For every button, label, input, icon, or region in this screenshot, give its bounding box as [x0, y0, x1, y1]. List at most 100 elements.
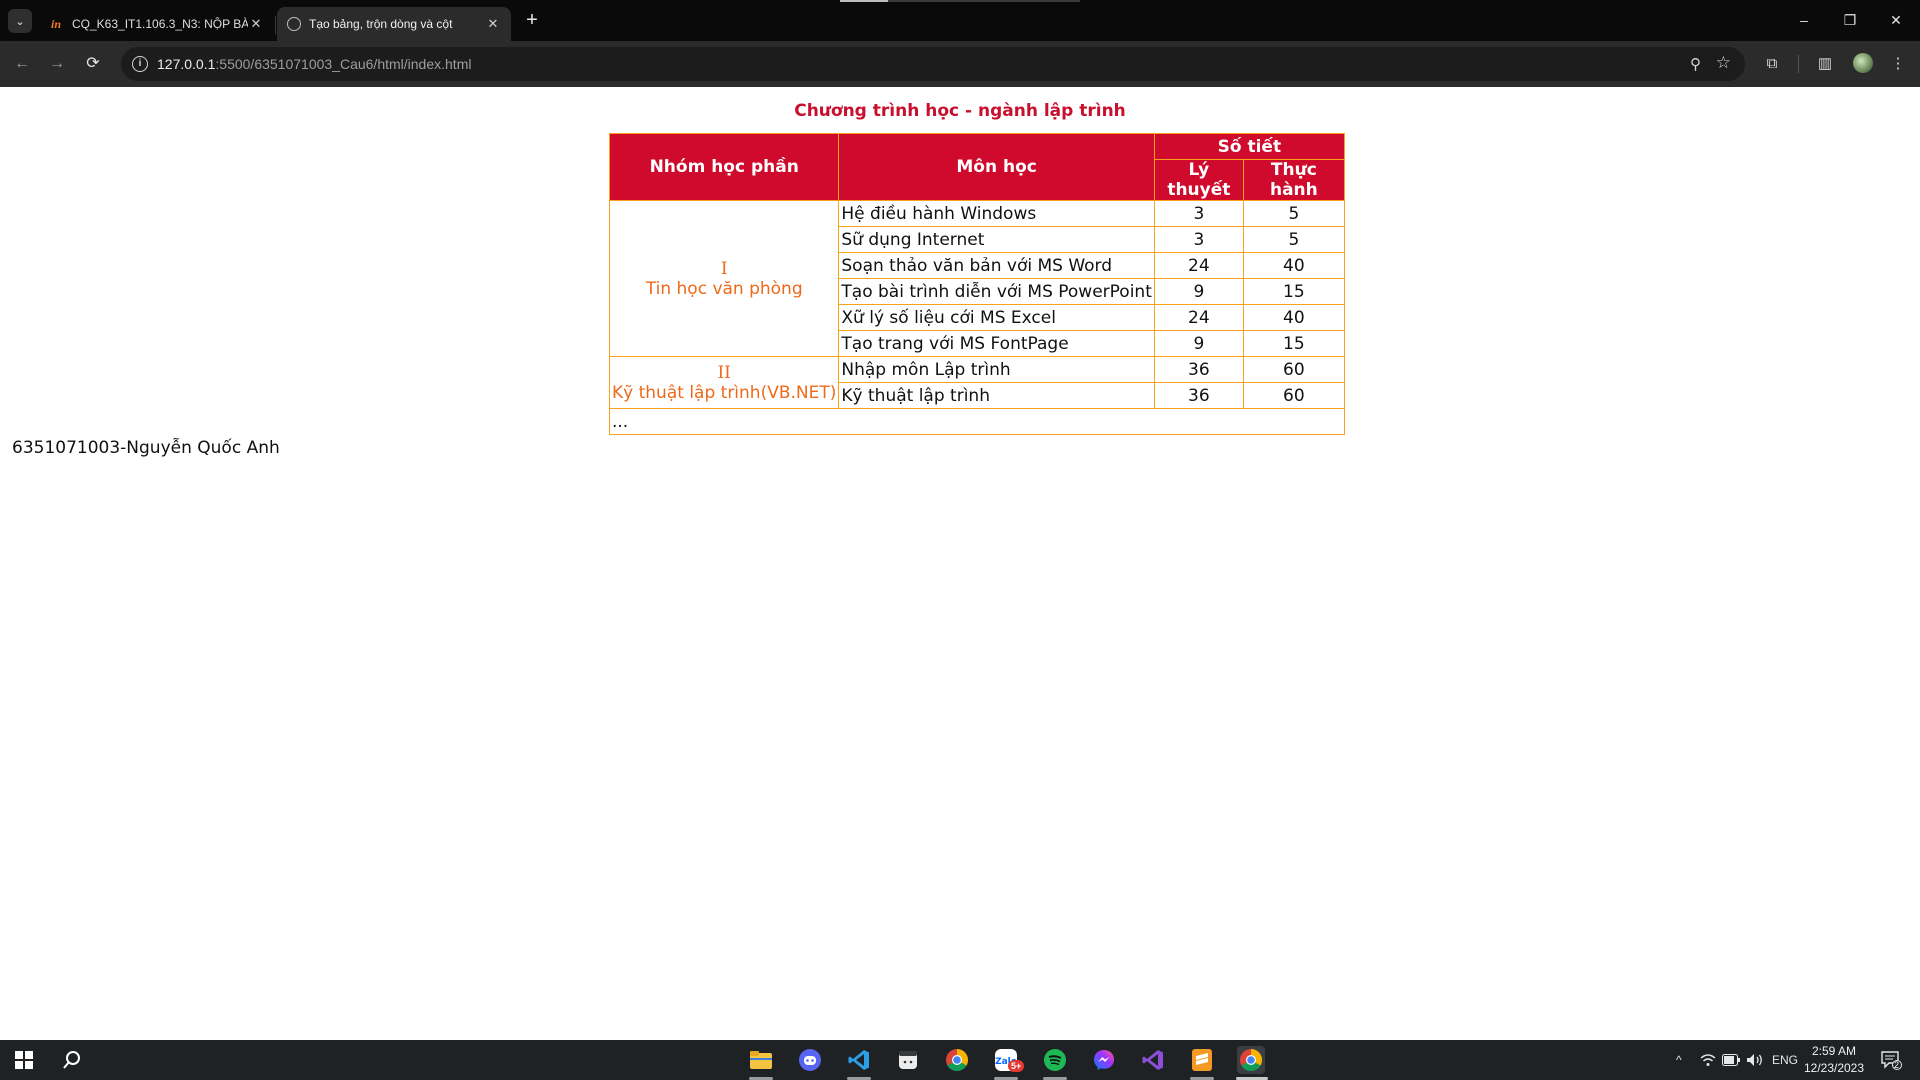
subject-cell: Hệ điều hành Windows: [838, 200, 1155, 227]
spotify-icon[interactable]: [1041, 1046, 1069, 1074]
practice-cell: 15: [1242, 330, 1345, 357]
header-practice: Thực hành: [1242, 159, 1345, 201]
page-content: Chương trình học - ngành lập trình Nhóm …: [0, 87, 1920, 1040]
subject-cell: Nhập môn Lập trình: [838, 356, 1155, 383]
clock-time: 2:59 AM: [1811, 1044, 1857, 1058]
zoom-icon[interactable]: ⚲: [1690, 55, 1701, 73]
zalo-icon[interactable]: Zalo 5+: [992, 1046, 1025, 1074]
taskbar: Zalo 5+ ^ ENG 2:59 AM 12/23/2023 2: [0, 1040, 1920, 1080]
tab-search-button[interactable]: ⌄: [8, 9, 32, 33]
ellipsis-cell: ...: [609, 408, 1345, 435]
practice-cell: 40: [1242, 252, 1345, 279]
close-window-button[interactable]: ✕: [1873, 8, 1919, 32]
tab-divider: [275, 16, 276, 34]
language-indicator[interactable]: ENG: [1772, 1040, 1798, 1080]
header-group: Nhóm học phần: [608, 133, 840, 201]
practice-cell: 60: [1242, 382, 1345, 409]
globe-icon: [287, 17, 301, 31]
practice-cell: 60: [1242, 356, 1345, 383]
notification-badge: 5+: [1008, 1060, 1025, 1072]
page-title: Chương trình học - ngành lập trình: [794, 101, 1126, 121]
toolbar-divider: [1798, 55, 1799, 73]
sublime-icon[interactable]: [1188, 1046, 1216, 1074]
theory-cell: 24: [1153, 252, 1244, 279]
back-arrow-icon[interactable]: ←: [10, 52, 34, 76]
subject-cell: Soạn thảo văn bản với MS Word: [838, 252, 1155, 279]
vscode-icon[interactable]: [845, 1046, 873, 1074]
windows-start-icon[interactable]: [10, 1046, 38, 1074]
search-icon[interactable]: [58, 1046, 86, 1074]
subject-cell: Tạo bài trình diễn với MS PowerPoint: [838, 278, 1155, 305]
curriculum-table: Nhóm học phần Môn học Số tiết Lý thuyết …: [608, 133, 1345, 435]
url-host: 127.0.0.1: [157, 56, 216, 72]
restore-button[interactable]: ❐: [1827, 8, 1873, 32]
site-info-icon[interactable]: i: [132, 56, 148, 72]
chrome-active-icon[interactable]: [1237, 1046, 1265, 1074]
discord-icon[interactable]: [796, 1046, 824, 1074]
url-text[interactable]: 127.0.0.1:5500/6351071003_Cau6/html/inde…: [157, 56, 471, 72]
theory-cell: 9: [1153, 330, 1244, 357]
practice-cell: 5: [1242, 226, 1345, 253]
subject-cell: Kỹ thuật lập trình: [838, 382, 1155, 409]
url-path: :5500/6351071003_Cau6/html/index.html: [215, 56, 472, 72]
notifications-icon[interactable]: 2: [1880, 1040, 1902, 1080]
notes-app-icon[interactable]: [894, 1046, 922, 1074]
table-row: II Kỹ thuật lập trình(VB.NET) Nhập môn L…: [608, 356, 1345, 409]
clock-date: 12/23/2023: [1803, 1061, 1865, 1075]
bookmark-star-icon[interactable]: ☆: [1716, 53, 1731, 73]
window-drag-indicator: [840, 0, 1080, 2]
student-signature: 6351071003-Nguyễn Quốc Anh: [12, 438, 280, 458]
practice-cell: 40: [1242, 304, 1345, 331]
group-cell: II Kỹ thuật lập trình(VB.NET): [608, 356, 840, 409]
chevron-down-icon: ⌄: [15, 15, 25, 28]
tab-strip: ⌄ in CQ_K63_IT1.106.3_N3: NỘP BÀ ✕ Tạo b…: [0, 0, 1920, 41]
profile-avatar[interactable]: [1853, 53, 1873, 73]
tab-active[interactable]: Tạo bảng, trộn dòng và cột ✕: [277, 7, 511, 41]
theory-cell: 36: [1153, 356, 1244, 383]
header-periods: Số tiết: [1153, 133, 1345, 160]
group-name: Kỹ thuật lập trình(VB.NET): [612, 382, 837, 403]
menu-icon[interactable]: ⋮: [1886, 52, 1910, 76]
file-explorer-icon[interactable]: [747, 1046, 775, 1074]
close-icon[interactable]: ✕: [485, 16, 501, 32]
tray-overflow-icon[interactable]: ^: [1676, 1040, 1682, 1080]
table-row: I Tin học văn phòng Hệ điều hành Windows…: [608, 200, 1345, 357]
theory-cell: 3: [1153, 226, 1244, 253]
header-theory: Lý thuyết: [1153, 159, 1244, 201]
browser-toolbar: ← → ⟳ i 127.0.0.1:5500/6351071003_Cau6/h…: [0, 41, 1920, 87]
battery-icon[interactable]: [1722, 1040, 1740, 1080]
extensions-icon[interactable]: ⧉: [1760, 52, 1784, 76]
minimize-button[interactable]: –: [1781, 8, 1827, 32]
subject-cell: Xữ lý số liệu cới MS Excel: [838, 304, 1155, 331]
group-cell: I Tin học văn phòng: [608, 200, 840, 357]
messenger-icon[interactable]: [1090, 1046, 1118, 1074]
volume-icon[interactable]: [1746, 1040, 1764, 1080]
group-number: I: [720, 258, 728, 279]
subject-cell: Sữ dụng Internet: [838, 226, 1155, 253]
practice-cell: 5: [1242, 200, 1345, 227]
tab-title: Tạo bảng, trộn dòng và cột: [309, 17, 453, 31]
notification-count: 2: [1894, 1060, 1900, 1070]
group-name: Tin học văn phòng: [645, 278, 803, 299]
theory-cell: 3: [1153, 200, 1244, 227]
address-bar[interactable]: i 127.0.0.1:5500/6351071003_Cau6/html/in…: [121, 47, 1745, 81]
system-clock[interactable]: 2:59 AM 12/23/2023: [1802, 1043, 1866, 1077]
side-panel-icon[interactable]: ▥: [1813, 52, 1837, 76]
theory-cell: 24: [1153, 304, 1244, 331]
practice-cell: 15: [1242, 278, 1345, 305]
forward-arrow-icon[interactable]: →: [45, 52, 69, 76]
header-subject: Môn học: [838, 133, 1155, 201]
chrome-icon[interactable]: [943, 1046, 971, 1074]
table-row: ...: [609, 408, 1345, 435]
new-tab-button[interactable]: +: [520, 9, 544, 33]
reload-icon[interactable]: ⟳: [81, 52, 105, 76]
theory-cell: 36: [1153, 382, 1244, 409]
subject-cell: Tạo trang với MS FontPage: [838, 330, 1155, 357]
close-icon[interactable]: ✕: [248, 16, 264, 32]
visual-studio-icon[interactable]: [1139, 1046, 1167, 1074]
group-number: II: [717, 362, 731, 383]
tab-moodle[interactable]: in CQ_K63_IT1.106.3_N3: NỘP BÀ ✕: [38, 7, 274, 41]
tab-title: CQ_K63_IT1.106.3_N3: NỘP BÀ: [72, 17, 248, 31]
wifi-icon[interactable]: [1700, 1040, 1716, 1080]
theory-cell: 9: [1153, 278, 1244, 305]
